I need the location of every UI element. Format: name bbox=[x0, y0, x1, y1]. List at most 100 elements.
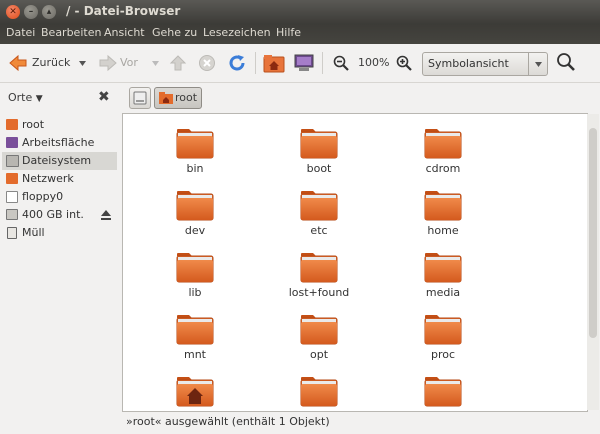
file-item[interactable]: boot bbox=[279, 128, 359, 188]
computer-button[interactable] bbox=[293, 53, 315, 75]
folder-icon bbox=[424, 190, 462, 221]
folder-icon bbox=[176, 314, 214, 345]
zoom-out-icon bbox=[333, 55, 349, 71]
sidebar-item-filesystem[interactable]: Dateisystem bbox=[2, 152, 117, 170]
folder-icon bbox=[176, 252, 214, 283]
path-bar: root bbox=[122, 84, 600, 112]
home-folder-icon bbox=[6, 119, 18, 130]
places-sidebar: Orte ▼ ✖ root Arbeitsfläche Dateisystem … bbox=[0, 83, 122, 434]
vertical-scrollbar[interactable] bbox=[587, 114, 599, 410]
zoom-in-button[interactable] bbox=[396, 53, 412, 75]
folder-icon bbox=[176, 128, 214, 159]
maximize-window-button[interactable]: ▴ bbox=[42, 5, 56, 19]
file-label: lost+found bbox=[288, 286, 350, 299]
file-item[interactable]: home bbox=[403, 190, 483, 250]
back-arrow-icon bbox=[9, 54, 27, 72]
drive-icon bbox=[6, 155, 19, 167]
forward-button[interactable]: Vor bbox=[98, 53, 148, 75]
zoom-level[interactable]: 100% bbox=[358, 53, 390, 75]
file-item[interactable]: lib bbox=[155, 252, 235, 312]
menu-lesezeichen[interactable]: Lesezeichen bbox=[203, 26, 271, 39]
file-item[interactable]: media bbox=[403, 252, 483, 312]
file-item[interactable]: dev bbox=[155, 190, 235, 250]
file-item[interactable]: root bbox=[155, 376, 235, 411]
computer-icon bbox=[294, 54, 314, 71]
menu-datei[interactable]: Datei bbox=[6, 26, 35, 39]
sidebar-item-desktop[interactable]: Arbeitsfläche bbox=[2, 134, 117, 152]
stop-button[interactable] bbox=[198, 53, 216, 75]
eject-icon[interactable] bbox=[100, 209, 112, 221]
status-bar: »root« ausgewählt (enthält 1 Objekt) bbox=[122, 412, 600, 434]
harddisk-icon bbox=[6, 209, 18, 220]
file-item[interactable]: bin bbox=[155, 128, 235, 188]
network-icon bbox=[6, 173, 18, 184]
menu-hilfe[interactable]: Hilfe bbox=[276, 26, 301, 39]
window-title: / - Datei-Browser bbox=[66, 4, 181, 18]
folder-icon bbox=[424, 252, 462, 283]
chevron-down-icon: ▼ bbox=[35, 94, 43, 104]
back-button[interactable]: Zurück bbox=[8, 53, 72, 75]
file-item[interactable]: lost+found bbox=[279, 252, 359, 312]
folder-icon bbox=[300, 128, 338, 159]
menu-gehe-zu[interactable]: Gehe zu bbox=[152, 26, 197, 39]
toolbar-separator bbox=[322, 52, 323, 74]
reload-button[interactable] bbox=[227, 53, 247, 75]
toolbar-separator bbox=[255, 52, 256, 74]
zoom-out-button[interactable] bbox=[333, 53, 349, 75]
desktop-icon bbox=[6, 137, 18, 148]
floppy-icon bbox=[6, 191, 18, 203]
up-arrow-icon bbox=[169, 55, 187, 71]
file-label: dev bbox=[184, 224, 206, 237]
file-label: boot bbox=[306, 162, 332, 175]
sidebar-header[interactable]: Orte ▼ bbox=[8, 91, 43, 104]
folder-icon bbox=[300, 190, 338, 221]
folder-icon bbox=[424, 128, 462, 159]
trash-icon bbox=[7, 227, 17, 239]
forward-arrow-icon bbox=[99, 54, 117, 72]
folder-icon bbox=[424, 314, 462, 345]
file-label: mnt bbox=[184, 348, 206, 361]
sidebar-item-harddisk[interactable]: 400 GB int. bbox=[2, 206, 117, 224]
file-label: proc bbox=[430, 348, 456, 361]
stop-icon bbox=[199, 55, 215, 71]
sidebar-item-floppy[interactable]: floppy0 bbox=[2, 188, 117, 206]
file-item[interactable]: proc bbox=[403, 314, 483, 374]
sidebar-item-network[interactable]: Netzwerk bbox=[2, 170, 117, 188]
home-folder-icon bbox=[159, 92, 173, 104]
status-text: »root« ausgewählt (enthält 1 Objekt) bbox=[126, 415, 330, 428]
close-sidebar-icon[interactable]: ✖ bbox=[98, 89, 110, 105]
menu-ansicht[interactable]: Ansicht bbox=[104, 26, 145, 39]
file-item[interactable]: cdrom bbox=[403, 128, 483, 188]
up-button[interactable] bbox=[169, 53, 187, 75]
path-button-filesystem[interactable] bbox=[129, 87, 151, 109]
sidebar-item-root[interactable]: root bbox=[2, 116, 117, 134]
scrollbar-thumb[interactable] bbox=[589, 128, 597, 338]
file-label: media bbox=[425, 286, 461, 299]
file-label: opt bbox=[309, 348, 329, 361]
title-bar: ✕ – ▴ / - Datei-Browser bbox=[0, 0, 600, 24]
close-window-button[interactable]: ✕ bbox=[6, 5, 20, 19]
path-button-root[interactable]: root bbox=[154, 87, 202, 109]
search-icon bbox=[557, 53, 575, 71]
sidebar-item-trash[interactable]: Müll bbox=[2, 224, 117, 242]
menu-bearbeiten[interactable]: Bearbeiten bbox=[41, 26, 101, 39]
file-label: cdrom bbox=[425, 162, 461, 175]
folder-icon bbox=[300, 252, 338, 283]
minimize-window-button[interactable]: – bbox=[24, 5, 38, 19]
file-item[interactable]: selinux bbox=[403, 376, 483, 411]
chevron-down-icon bbox=[535, 62, 542, 67]
file-item[interactable]: etc bbox=[279, 190, 359, 250]
view-mode-select[interactable]: Symbolansicht bbox=[422, 52, 548, 76]
drive-icon bbox=[133, 91, 147, 105]
back-history-dropdown[interactable] bbox=[77, 53, 87, 75]
file-icon-view[interactable]: bin boot cdrom dev etc home lib lost+found media… bbox=[122, 113, 588, 412]
file-item[interactable]: mnt bbox=[155, 314, 235, 374]
home-button[interactable] bbox=[263, 53, 285, 75]
forward-history-dropdown[interactable] bbox=[150, 53, 160, 75]
view-mode-dropdown[interactable] bbox=[528, 53, 547, 75]
search-button[interactable] bbox=[556, 52, 576, 74]
file-item[interactable]: sbin bbox=[279, 376, 359, 411]
file-label: lib bbox=[188, 286, 202, 299]
file-item[interactable]: opt bbox=[279, 314, 359, 374]
folder-icon bbox=[300, 314, 338, 345]
